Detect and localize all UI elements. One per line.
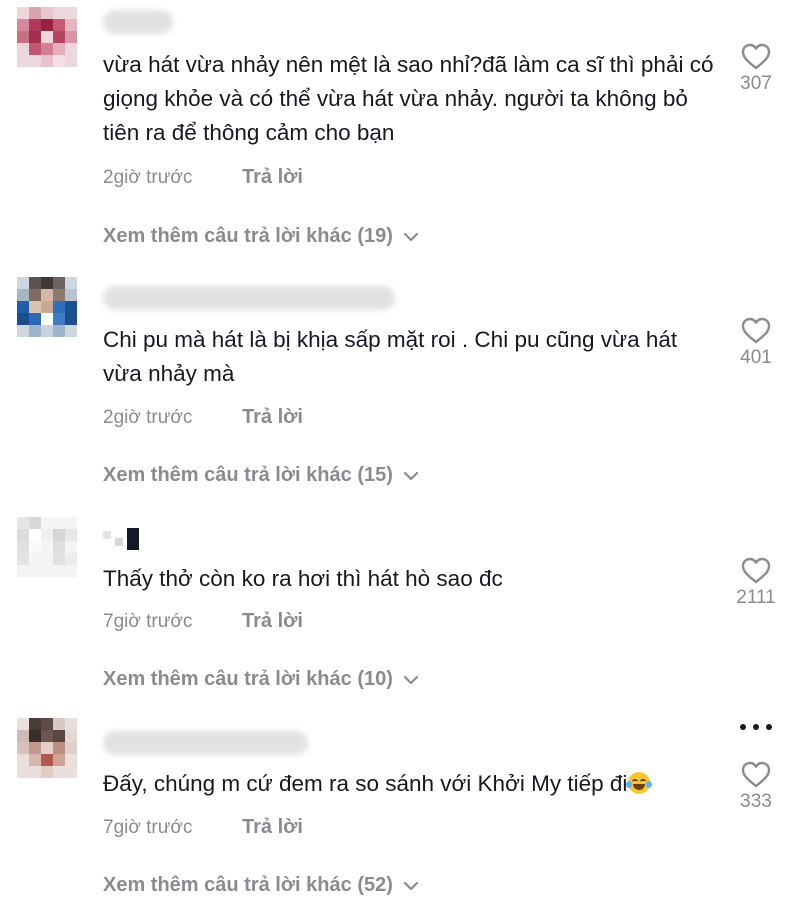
username-blurred[interactable] [103,525,143,551]
like-count: 401 [740,347,772,368]
username-blurred[interactable] [103,731,308,755]
username-blurred[interactable] [103,10,173,34]
heart-outline-icon [721,557,791,585]
view-more-replies-button[interactable]: Xem thêm câu trả lời khác (52) [103,874,419,897]
avatar[interactable] [17,517,77,577]
reply-button[interactable]: Trả lời [242,166,303,189]
heart-outline-icon [721,317,791,345]
view-more-replies-label: Xem thêm câu trả lời khác (19) [103,225,393,247]
avatar[interactable] [17,277,77,337]
avatar[interactable] [17,7,77,67]
comment-text: Chi pu mà hát là bị khịa sấp mặt roi . C… [103,327,678,386]
chevron-down-icon [403,232,419,242]
comment-timestamp: 2giờ trước [103,407,193,428]
reply-button[interactable]: Trả lời [242,816,303,839]
more-options-icon[interactable] [738,717,774,737]
heart-outline-icon [721,43,791,71]
comment-text: Thấy thở còn ko ra hơi thì hát hò sao đc [103,566,503,591]
chevron-down-icon [403,881,419,891]
chevron-down-icon [403,471,419,481]
avatar[interactable] [17,718,77,778]
view-more-replies-button[interactable]: Xem thêm câu trả lời khác (19) [103,225,419,248]
like-button[interactable]: 333 [721,761,791,813]
comment-text: Đấy, chúng m cứ đem ra so sánh với Khởi … [103,767,718,801]
heart-outline-icon [721,761,791,789]
laughing-tears-emoji [626,772,653,794]
view-more-replies-label: Xem thêm câu trả lời khác (52) [103,874,393,896]
comment-timestamp: 7giờ trước [103,611,193,632]
like-button[interactable]: 307 [721,43,791,95]
like-count: 2111 [736,587,776,608]
reply-button[interactable]: Trả lời [242,610,303,633]
view-more-replies-label: Xem thêm câu trả lời khác (15) [103,464,393,486]
comment-timestamp: 2giờ trước [103,167,193,188]
like-button[interactable]: 2111 [721,557,791,609]
like-count: 307 [740,73,772,94]
view-more-replies-button[interactable]: Xem thêm câu trả lời khác (10) [103,668,419,691]
comment-text-content: Đấy, chúng m cứ đem ra so sánh với Khởi … [103,771,628,796]
username-blurred[interactable] [103,286,395,310]
like-button[interactable]: 401 [721,317,791,369]
view-more-replies-button[interactable]: Xem thêm câu trả lời khác (15) [103,464,419,487]
comment-timestamp: 7giờ trước [103,817,193,838]
like-count: 333 [740,791,772,812]
view-more-replies-label: Xem thêm câu trả lời khác (10) [103,668,393,690]
chevron-down-icon [403,675,419,685]
comment-text: vừa hát vừa nhảy nên mệt là sao nhỉ?đã l… [103,52,714,145]
reply-button[interactable]: Trả lời [242,406,303,429]
